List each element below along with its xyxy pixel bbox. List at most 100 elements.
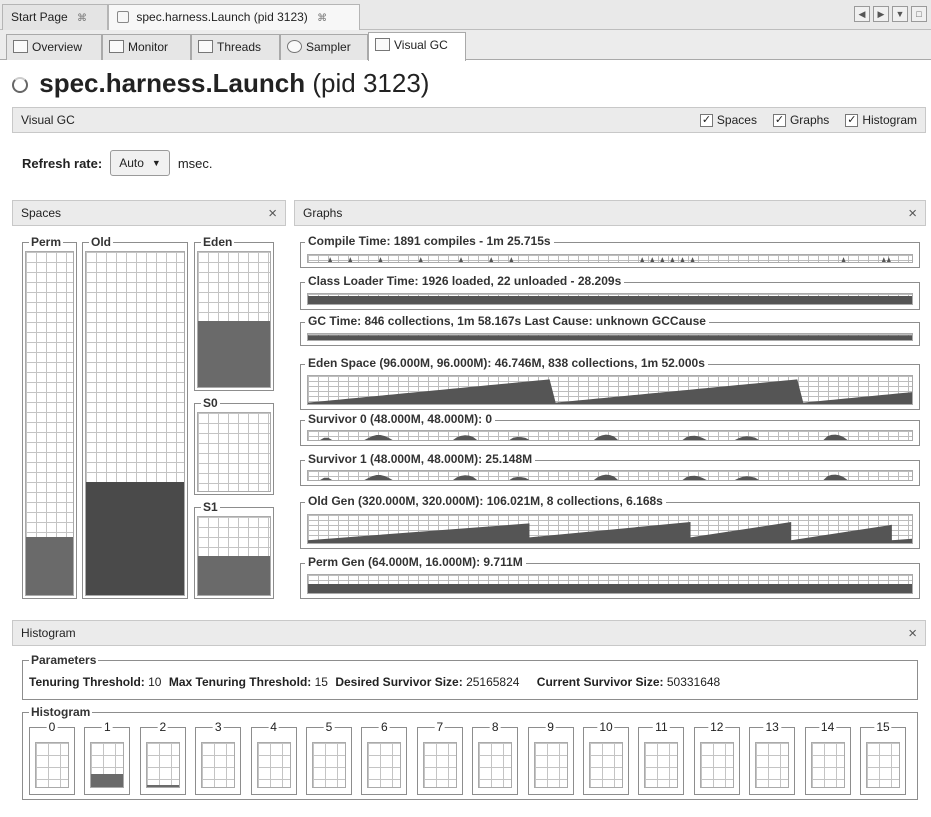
s1-usage-fill [198, 556, 270, 595]
tab-label: Threads [217, 40, 262, 54]
graph-label: Class Loader Time: 1926 loaded, 22 unloa… [305, 273, 625, 289]
histogram-header: Histogram × [12, 620, 926, 646]
bin-label: 12 [708, 719, 726, 735]
checkbox-label: Graphs [789, 113, 830, 127]
graph-label: Survivor 0 (48.000M, 48.000M): 0 [305, 411, 496, 427]
parameters-row: Tenuring Threshold: 10 Max Tenuring Thre… [29, 675, 720, 689]
param-value: 25165824 [466, 675, 520, 689]
bin-label: 11 [653, 719, 670, 735]
graphs-checkbox[interactable]: ✓ Graphs [772, 113, 830, 127]
scroll-left-icon[interactable]: ◀ [854, 6, 870, 22]
tab-label: Overview [32, 40, 83, 54]
checkmark-icon: ✓ [772, 113, 786, 127]
tab-label: Sampler [306, 40, 351, 54]
histogram-bin: 7 [416, 719, 463, 795]
compile-time-graph: Compile Time: 1891 compiles - 1m 25.715s [300, 233, 920, 268]
old-usage-fill [86, 481, 184, 595]
old-gen-plot [308, 522, 912, 543]
histogram-bin: 8 [472, 719, 519, 795]
bin-label: 14 [818, 719, 837, 735]
tab-label: Visual GC [394, 38, 448, 52]
histogram-group-label: Histogram [29, 704, 93, 720]
graph-area [308, 257, 912, 262]
scroll-right-icon[interactable]: ▶ [873, 6, 889, 22]
bin-fill [91, 773, 124, 787]
select-value: Auto [119, 156, 144, 170]
s1-label: S1 [201, 499, 220, 515]
param-key: Tenuring Threshold: [29, 675, 145, 689]
perm-space: Perm [22, 234, 77, 599]
chevron-down-icon: ▼ [151, 158, 161, 168]
eden-usage-fill [198, 320, 270, 387]
gc-time-graph: GC Time: 846 collections, 1m 58.167s Las… [300, 313, 920, 346]
graphs-title: Graphs [303, 206, 343, 220]
close-icon[interactable]: × [268, 205, 277, 222]
tab-sampler[interactable]: Sampler [280, 34, 368, 60]
histogram-bin: 12 [693, 719, 740, 795]
overview-icon [13, 40, 28, 53]
class-loader-graph: Class Loader Time: 1926 loaded, 22 unloa… [300, 273, 920, 310]
histogram-bin: 1 [84, 719, 131, 795]
bin-label: 8 [489, 719, 501, 735]
graphs-header: Graphs × [294, 200, 926, 226]
param-key: Max Tenuring Threshold: [168, 675, 312, 689]
histogram-bin: 9 [527, 719, 574, 795]
perm-gen-graph: Perm Gen (64.000M, 16.000M): 9.711M [300, 554, 920, 599]
histogram-bin: 6 [361, 719, 408, 795]
close-icon[interactable]: × [908, 625, 917, 642]
histogram-bin: 3 [195, 719, 242, 795]
spaces-checkbox[interactable]: ✓ Spaces [699, 113, 757, 127]
graph-area [308, 335, 912, 340]
tab-visual-gc[interactable]: Visual GC [368, 32, 466, 61]
tab-monitor[interactable]: Monitor [102, 34, 191, 60]
param-key: Desired Survivor Size: [335, 675, 463, 689]
loading-spinner-icon [12, 77, 28, 94]
view-options: ✓ Spaces ✓ Graphs ✓ Histogram [699, 113, 917, 127]
old-label: Old [89, 234, 113, 250]
bin-fill [146, 785, 179, 787]
checkbox-label: Spaces [716, 113, 757, 127]
close-icon[interactable]: ⌘ [317, 13, 327, 24]
bin-label: 4 [268, 719, 279, 735]
chevron-down-icon[interactable]: ▼ [892, 6, 908, 22]
maximize-icon[interactable]: □ [911, 6, 927, 22]
refresh-rate-label: Refresh rate: [22, 155, 103, 171]
bin-label: 3 [212, 719, 224, 735]
perm-label: Perm [29, 234, 64, 250]
perm-usage-fill [26, 536, 73, 595]
view-tab-strip: Overview Monitor Threads Sampler Visual … [0, 30, 931, 61]
visual-gc-label: Visual GC [21, 113, 75, 127]
eden-space: Eden [194, 234, 274, 391]
histogram-title: Histogram [21, 626, 76, 640]
tab-label: Monitor [128, 40, 169, 54]
histogram-bins: 0 1 2 3 4 5 6 7 8 9 10 11 12 13 14 15 [29, 719, 911, 797]
refresh-rate-row: Refresh rate: Auto ▼ msec. [22, 150, 212, 176]
old-space: Old [82, 234, 188, 599]
refresh-rate-select[interactable]: Auto ▼ [110, 150, 170, 176]
bin-label: 1 [102, 719, 113, 735]
survivor-1-graph: Survivor 1 (48.000M, 48.000M): 25.148M [300, 451, 920, 486]
eden-space-graph: Eden Space (96.000M, 96.000M): 46.746M, … [300, 355, 920, 410]
tab-spec-harness-launch[interactable]: spec.harness.Launch (pid 3123) ⌘ [108, 4, 360, 30]
s0-label: S0 [201, 395, 220, 411]
graph-label: Eden Space (96.000M, 96.000M): 46.746M, … [305, 355, 708, 371]
tab-start-page[interactable]: Start Page ⌘ [2, 4, 108, 30]
histogram-checkbox[interactable]: ✓ Histogram [845, 113, 917, 127]
graph-area [308, 584, 912, 593]
page-title: spec.harness.Launch (pid 3123) [12, 66, 429, 100]
s0-space: S0 [194, 395, 274, 495]
bin-label: 0 [46, 719, 58, 735]
visual-gc-header: Visual GC ✓ Spaces ✓ Graphs ✓ Histogram [12, 107, 926, 133]
histogram-bin: 11 [638, 719, 685, 795]
java-icon [117, 11, 129, 23]
close-icon[interactable]: ⌘ [77, 13, 87, 24]
tab-threads[interactable]: Threads [191, 34, 280, 60]
close-icon[interactable]: × [908, 205, 917, 222]
visual-gc-icon [375, 38, 390, 51]
graph-area [308, 474, 912, 480]
monitor-icon [109, 40, 124, 53]
histogram-bin: 4 [250, 719, 297, 795]
spaces-title: Spaces [21, 206, 62, 220]
spaces-header: Spaces × [12, 200, 286, 226]
tab-overview[interactable]: Overview [6, 34, 102, 60]
